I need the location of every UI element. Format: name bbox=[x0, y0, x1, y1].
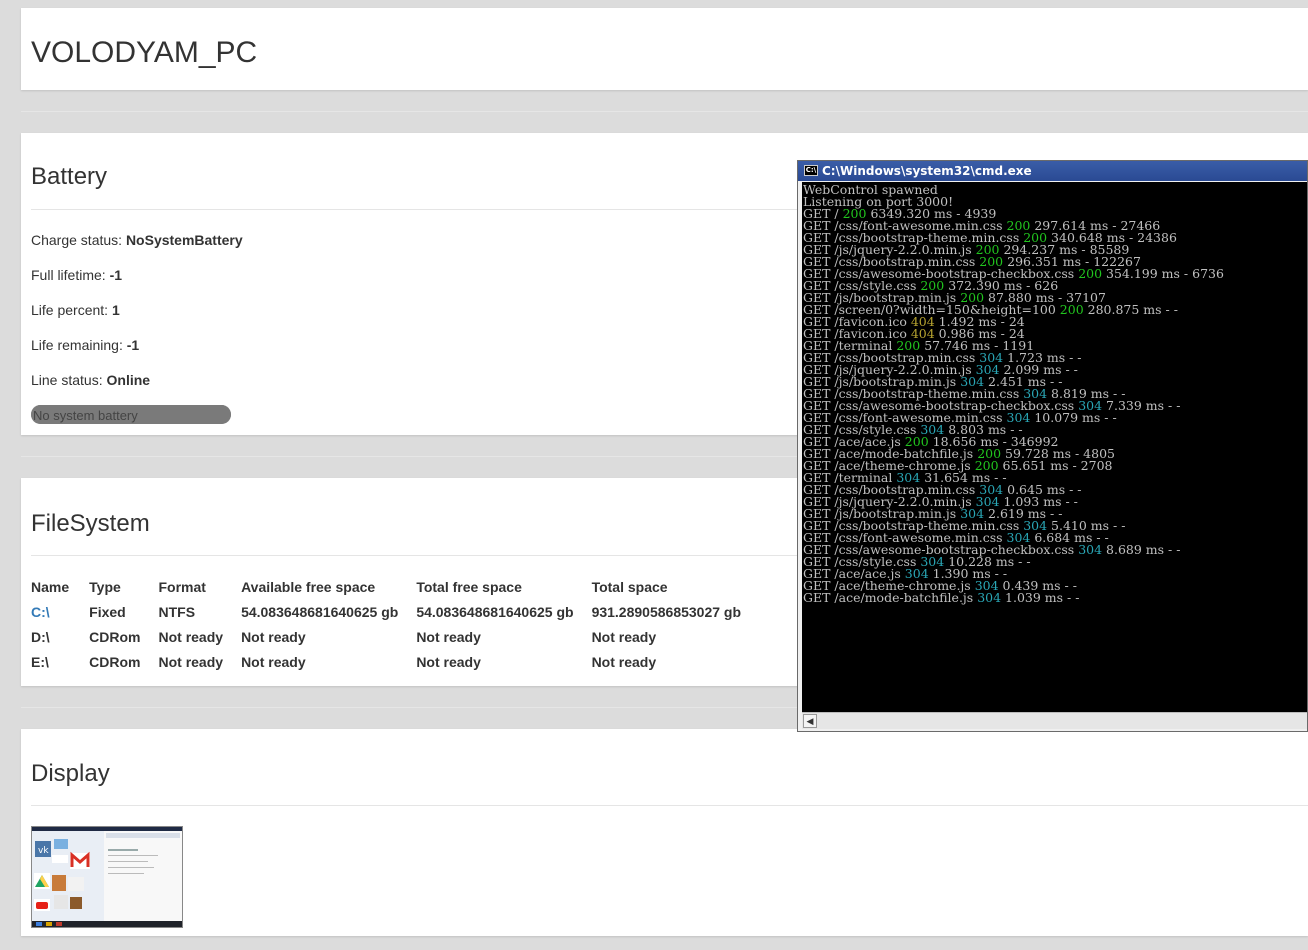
table-row: E:\ CDRom Not ready Not ready Not ready … bbox=[31, 649, 759, 674]
column-header-type: Type bbox=[89, 578, 121, 595]
battery-life-percent: Life percent: 1 bbox=[31, 302, 120, 318]
drive-name: D:\ bbox=[31, 628, 50, 645]
console-line: GET /ace/mode-batchfile.js 304 1.039 ms … bbox=[803, 590, 1307, 605]
screen-thumbnail[interactable]: vk bbox=[31, 826, 183, 928]
http-status-code: 200 bbox=[1059, 302, 1084, 317]
cmd-icon: C:\ bbox=[804, 165, 818, 176]
table-header-row: Name Type Format Available free space To… bbox=[31, 574, 759, 599]
console-text: 1.039 ms - - bbox=[1001, 590, 1080, 605]
column-header-available-free-space: Available free space bbox=[241, 578, 376, 595]
table-cell: CDRom bbox=[89, 628, 141, 645]
table-cell: 931.2890586853027 gb bbox=[591, 603, 742, 620]
battery-line-status: Line status: Online bbox=[31, 372, 151, 388]
console-text: 65.651 ms - 2708 bbox=[998, 458, 1113, 473]
http-status-code: 304 bbox=[1078, 542, 1103, 557]
table-row: C:\ Fixed NTFS 54.083648681640625 gb 54.… bbox=[31, 599, 759, 624]
battery-progress-bar: No system battery bbox=[31, 405, 231, 424]
header-panel: VOLODYAM_PC bbox=[21, 8, 1308, 90]
cmd-title: C:\Windows\system32\cmd.exe bbox=[822, 164, 1032, 178]
filesystem-heading: FileSystem bbox=[31, 510, 150, 537]
http-status-code: 304 bbox=[977, 590, 1002, 605]
table-cell: Not ready bbox=[416, 653, 481, 670]
console-text: 8.689 ms - - bbox=[1102, 542, 1181, 557]
battery-heading: Battery bbox=[31, 163, 108, 190]
drive-name: E:\ bbox=[31, 653, 49, 670]
table-cell: Not ready bbox=[241, 653, 306, 670]
cmd-console[interactable]: WebControl spawned Listening on port 3000… bbox=[802, 182, 1307, 712]
table-cell: 54.083648681640625 gb bbox=[241, 603, 399, 620]
display-panel: Display vk bbox=[21, 729, 1308, 936]
battery-full-lifetime: Full lifetime: -1 bbox=[31, 267, 123, 283]
table-cell: CDRom bbox=[89, 653, 141, 670]
console-text: GET /ace/mode-batchfile.js bbox=[803, 590, 978, 605]
svg-text:vk: vk bbox=[38, 846, 49, 856]
column-header-total-free-space: Total free space bbox=[416, 578, 522, 595]
table-cell: Not ready bbox=[416, 628, 481, 645]
screen-thumbnail-image: vk bbox=[32, 827, 182, 927]
column-header-format: Format bbox=[158, 578, 206, 595]
table-cell: Not ready bbox=[241, 628, 306, 645]
table-cell: NTFS bbox=[158, 603, 196, 620]
console-text: 354.199 ms - 6736 bbox=[1102, 266, 1224, 281]
http-status-code: 200 bbox=[1078, 266, 1103, 281]
column-header-name: Name bbox=[31, 578, 70, 595]
battery-progress-label: No system battery bbox=[33, 408, 138, 423]
display-divider bbox=[31, 805, 1308, 806]
horizontal-scrollbar[interactable]: ◀ bbox=[802, 712, 1307, 729]
table-cell: Not ready bbox=[158, 628, 224, 645]
battery-life-remaining: Life remaining: -1 bbox=[31, 337, 140, 353]
cmd-window[interactable]: C:\ C:\Windows\system32\cmd.exe WebContr… bbox=[797, 160, 1308, 732]
table-cell: Fixed bbox=[89, 603, 126, 620]
scroll-left-arrow-icon[interactable]: ◀ bbox=[803, 714, 817, 728]
drive-name-link[interactable]: C:\ bbox=[31, 599, 89, 624]
display-heading: Display bbox=[31, 760, 110, 787]
table-cell: 54.083648681640625 gb bbox=[416, 603, 574, 620]
battery-charge-status: Charge status: NoSystemBattery bbox=[31, 232, 243, 248]
column-header-total-space: Total space bbox=[591, 578, 668, 595]
cmd-titlebar[interactable]: C:\ C:\Windows\system32\cmd.exe bbox=[798, 161, 1307, 181]
table-cell: Not ready bbox=[158, 653, 224, 670]
page-title: VOLODYAM_PC bbox=[31, 36, 258, 69]
table-cell: Not ready bbox=[591, 653, 657, 670]
table-row: D:\ CDRom Not ready Not ready Not ready … bbox=[31, 624, 759, 649]
divider bbox=[21, 111, 1308, 112]
table-cell: Not ready bbox=[591, 628, 657, 645]
console-text: 280.875 ms - - bbox=[1083, 302, 1178, 317]
filesystem-table: Name Type Format Available free space To… bbox=[31, 574, 759, 674]
console-text: 10.079 ms - - bbox=[1030, 410, 1117, 425]
